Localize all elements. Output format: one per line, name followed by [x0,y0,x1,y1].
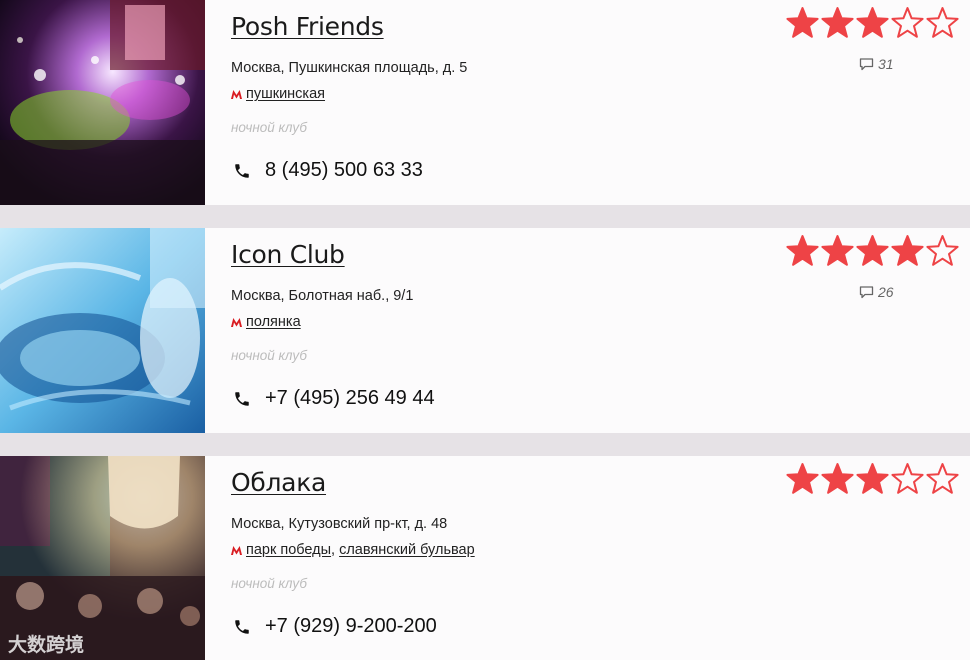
star-empty-icon [926,463,959,494]
phone-icon [235,163,249,178]
star-filled-icon [786,235,819,266]
metro-station-link[interactable]: славянский бульвар [339,542,475,558]
venue-title[interactable]: Облака [231,468,326,497]
star-filled-icon [821,463,854,494]
watermark: 大数跨境 [8,635,85,656]
metro-logo-icon [231,317,242,327]
comments-count[interactable]: 31 [859,56,894,72]
phone-icon [235,619,249,634]
metro-station-link[interactable]: полянка [246,314,301,330]
star-filled-icon [856,463,889,494]
venue-title[interactable]: Posh Friends [231,12,384,41]
star-empty-icon [891,463,924,494]
venue-photo[interactable] [0,228,205,433]
phone-icon [235,391,249,406]
metro-stations: парк победы, славянский бульвар [231,542,475,558]
metro-logo-icon [231,89,242,99]
star-filled-icon [821,235,854,266]
comments-count[interactable]: 26 [859,284,894,300]
rating-stars [785,234,960,269]
star-filled-icon [856,235,889,266]
star-filled-icon [786,7,819,38]
venue-phone[interactable]: 8 (495) 500 63 33 [233,159,423,182]
phone-number[interactable]: 8 (495) 500 63 33 [265,159,423,182]
metro-station-link[interactable]: парк победы [246,542,331,558]
listing-card[interactable]: Облака Москва, Кутузовский пр-кт, д. 48 … [0,456,970,660]
metro-station-link[interactable]: пушкинская [246,86,325,102]
rating-stars [785,6,960,41]
venue-category: ночной клуб [231,348,307,363]
star-empty-icon [891,7,924,38]
venue-photo[interactable] [0,0,205,205]
venue-category: ночной клуб [231,576,307,591]
venue-title[interactable]: Icon Club [231,240,345,269]
venue-address: Москва, Пушкинская площадь, д. 5 [231,60,468,76]
rating-stars [785,462,960,497]
comment-icon [859,57,874,70]
phone-number[interactable]: +7 (929) 9-200-200 [265,615,437,638]
venue-category: ночной клуб [231,120,307,135]
star-empty-icon [926,235,959,266]
metro-logo-icon [231,545,242,555]
comment-icon [859,285,874,298]
comments-number: 26 [878,284,894,300]
star-filled-icon [856,7,889,38]
metro-stations: пушкинская [231,86,325,102]
comments-number: 31 [878,56,894,72]
star-filled-icon [786,463,819,494]
station-separator: , [331,542,336,558]
star-empty-icon [926,7,959,38]
venue-phone[interactable]: +7 (495) 256 49 44 [233,387,435,410]
phone-number[interactable]: +7 (495) 256 49 44 [265,387,435,410]
listing-card[interactable]: Icon Club Москва, Болотная наб., 9/1 пол… [0,228,970,433]
venue-address: Москва, Кутузовский пр-кт, д. 48 [231,516,448,532]
listing-card[interactable]: Posh Friends Москва, Пушкинская площадь,… [0,0,970,205]
metro-stations: полянка [231,314,301,330]
star-filled-icon [891,235,924,266]
venue-address: Москва, Болотная наб., 9/1 [231,288,414,304]
star-filled-icon [821,7,854,38]
venue-phone[interactable]: +7 (929) 9-200-200 [233,615,437,638]
